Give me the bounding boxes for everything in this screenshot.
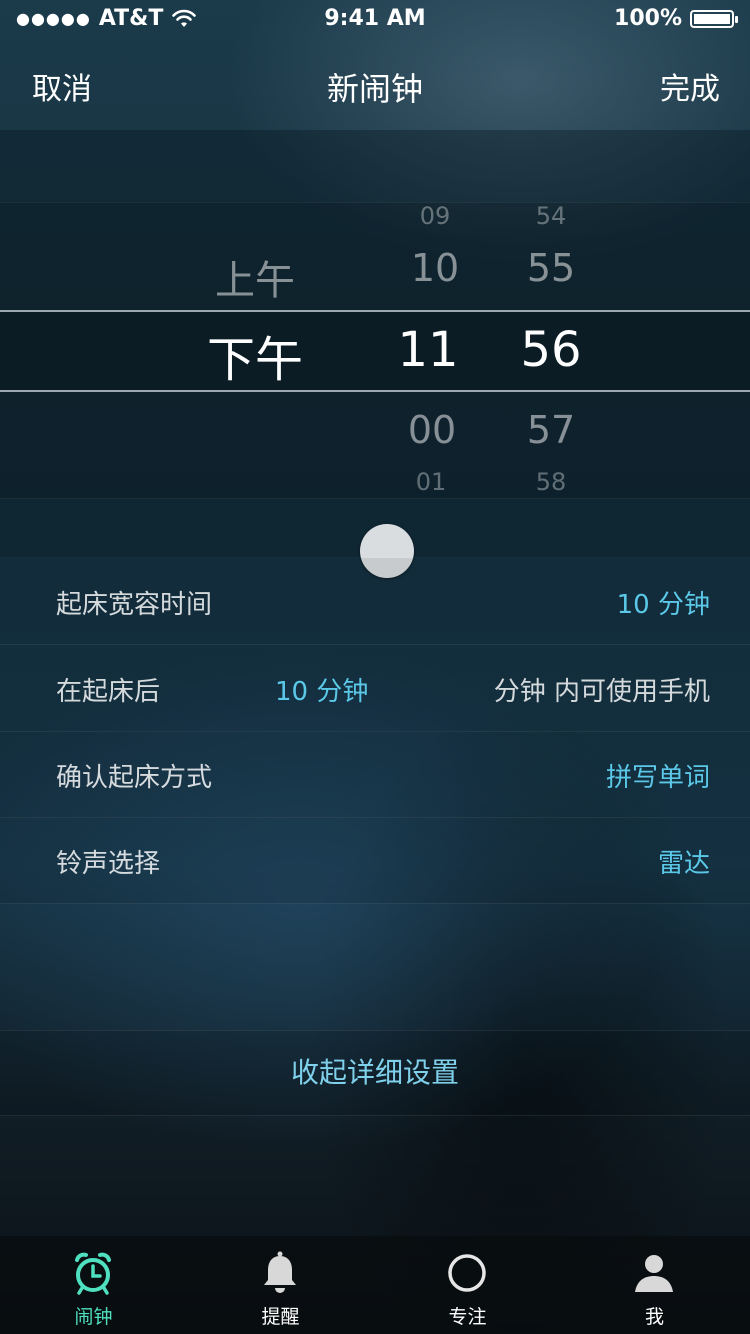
battery-icon: [690, 9, 738, 28]
setting-row-ringtone[interactable]: 铃声选择 雷达: [0, 817, 750, 904]
tab-alarm-label: 闹钟: [74, 1306, 113, 1328]
phone-use-suffix: 分钟 内可使用手机: [493, 677, 710, 707]
page-title: 新闹钟: [326, 70, 423, 108]
period-option-above[interactable]: 上午: [180, 248, 330, 306]
tab-focus-label: 专注: [448, 1306, 487, 1328]
hour-option-below2[interactable]: 01: [376, 468, 486, 496]
status-right: 100%: [614, 6, 738, 31]
setting-row-confirm-method[interactable]: 确认起床方式 拼写单词: [0, 731, 750, 818]
tab-alarm[interactable]: 闹钟: [0, 1236, 187, 1334]
confirm-method-value[interactable]: 拼写单词: [606, 757, 710, 794]
grace-time-value[interactable]: 10 分钟: [617, 584, 710, 621]
tab-bar: 闹钟 提醒 专注 我: [0, 1236, 750, 1334]
circle-icon: [448, 1254, 486, 1292]
phone-use-label: 在起床后: [56, 677, 161, 707]
hour-option-above2[interactable]: 09: [380, 202, 490, 230]
minute-option-selected[interactable]: 56: [496, 322, 606, 378]
setting-row-phone-use[interactable]: 在起床后 10 分钟 分钟 内可使用手机: [0, 645, 750, 732]
tab-me[interactable]: 我: [561, 1236, 748, 1334]
confirm-method-label: 确认起床方式: [56, 763, 213, 793]
phone-use-value[interactable]: 10 分钟: [275, 671, 368, 708]
done-button[interactable]: 完成: [660, 64, 720, 108]
grace-time-label: 起床宽容时间: [56, 590, 213, 620]
tab-reminder[interactable]: 提醒: [187, 1236, 374, 1334]
tab-me-label: 我: [644, 1306, 664, 1328]
minute-option-above1[interactable]: 55: [496, 246, 606, 290]
nav-bar: 取消 新闹钟 完成: [0, 40, 750, 130]
hour-option-selected[interactable]: 11: [373, 322, 483, 378]
period-option-selected[interactable]: 下午: [180, 320, 330, 390]
setting-row-grace-time[interactable]: 起床宽容时间 10 分钟: [0, 558, 750, 645]
ringtone-label: 铃声选择: [56, 849, 161, 879]
time-picker[interactable]: 上午 下午 09 10 11 00 01 54 55 56 57 58: [0, 130, 750, 557]
alarm-clock-icon: [75, 1252, 111, 1295]
status-bar: ●●●●● AT&T 9:41 AM 100%: [0, 0, 750, 40]
minute-option-below1[interactable]: 57: [496, 408, 606, 452]
ringtone-value[interactable]: 雷达: [658, 843, 710, 880]
minute-option-above2[interactable]: 54: [496, 202, 606, 230]
bell-icon: [264, 1251, 296, 1293]
tab-focus[interactable]: 专注: [374, 1236, 561, 1334]
hour-option-below1[interactable]: 00: [377, 408, 487, 452]
minute-option-below2[interactable]: 58: [496, 468, 606, 496]
hour-option-above1[interactable]: 10: [380, 246, 490, 290]
person-icon: [635, 1255, 673, 1292]
collapse-settings-button[interactable]: 收起详细设置: [0, 1030, 750, 1116]
battery-percent: 100%: [614, 6, 682, 31]
tab-reminder-label: 提醒: [261, 1306, 300, 1328]
